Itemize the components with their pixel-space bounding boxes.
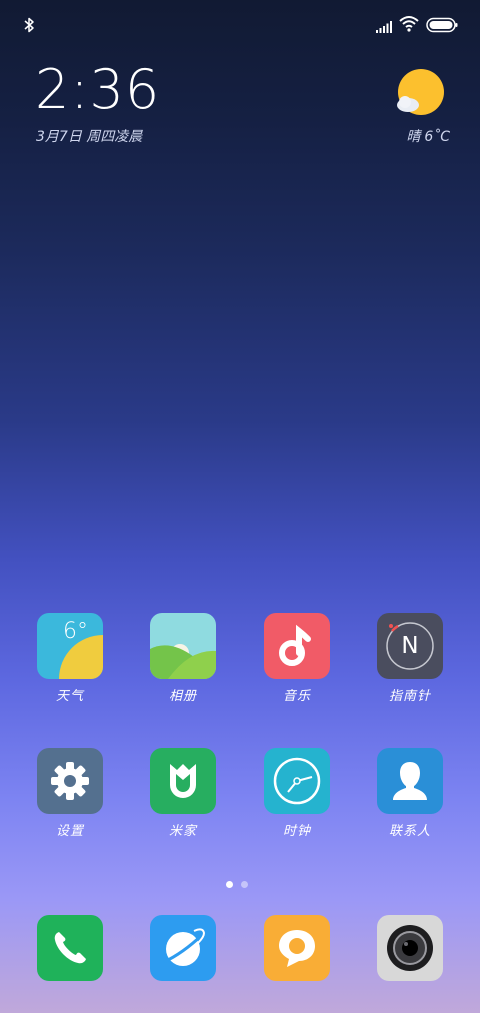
wifi-icon [399,15,419,32]
phone-icon [37,915,103,981]
weather-app-temp: 6° [63,619,88,644]
app-label: 音乐 [282,689,311,704]
compass-letter: N [401,633,419,659]
gallery-icon [150,613,216,679]
dock-messages[interactable] [247,915,347,981]
weather-temperature: 6˚C [424,129,450,145]
page-dot[interactable] [241,881,248,888]
clock-time[interactable]: 2:36 [35,58,160,122]
dock-camera[interactable] [360,915,460,981]
app-contacts[interactable]: 联系人 [360,748,460,839]
clock-icon [264,748,330,814]
app-label: 设置 [55,824,84,839]
weather-summary[interactable]: 晴 6˚C [396,126,450,146]
app-label: 指南针 [388,689,431,704]
app-gallery[interactable]: 相册 [133,613,233,704]
battery-icon [426,17,458,33]
music-icon [264,613,330,679]
contacts-icon [377,748,443,814]
weather-app-icon: 6° [37,613,103,679]
app-weather[interactable]: 6° 天气 [20,613,120,704]
app-label: 天气 [55,689,84,704]
camera-icon [377,915,443,981]
app-compass[interactable]: N 指南针 [360,613,460,704]
mijia-icon [150,748,216,814]
app-label: 相册 [168,689,197,704]
compass-icon: N [377,613,443,679]
app-clock[interactable]: 时钟 [247,748,347,839]
app-label: 联系人 [388,824,431,839]
bluetooth-icon [20,16,38,34]
sunny-cloud-icon[interactable] [394,68,446,120]
app-settings[interactable]: 设置 [20,748,120,839]
page-indicator[interactable] [226,873,256,892]
dock-phone[interactable] [20,915,120,981]
clock-date[interactable]: 3月7日 周四凌晨 [36,126,142,146]
messages-icon [264,915,330,981]
app-label: 时钟 [282,824,311,839]
signal-icon [376,18,393,33]
settings-icon [37,748,103,814]
app-label: 米家 [168,824,197,839]
dock-browser[interactable] [133,915,233,981]
browser-icon [150,915,216,981]
app-music[interactable]: 音乐 [247,613,347,704]
weather-condition: 晴 [406,129,421,145]
page-dot-active[interactable] [226,881,233,888]
app-mijia[interactable]: 米家 [133,748,233,839]
